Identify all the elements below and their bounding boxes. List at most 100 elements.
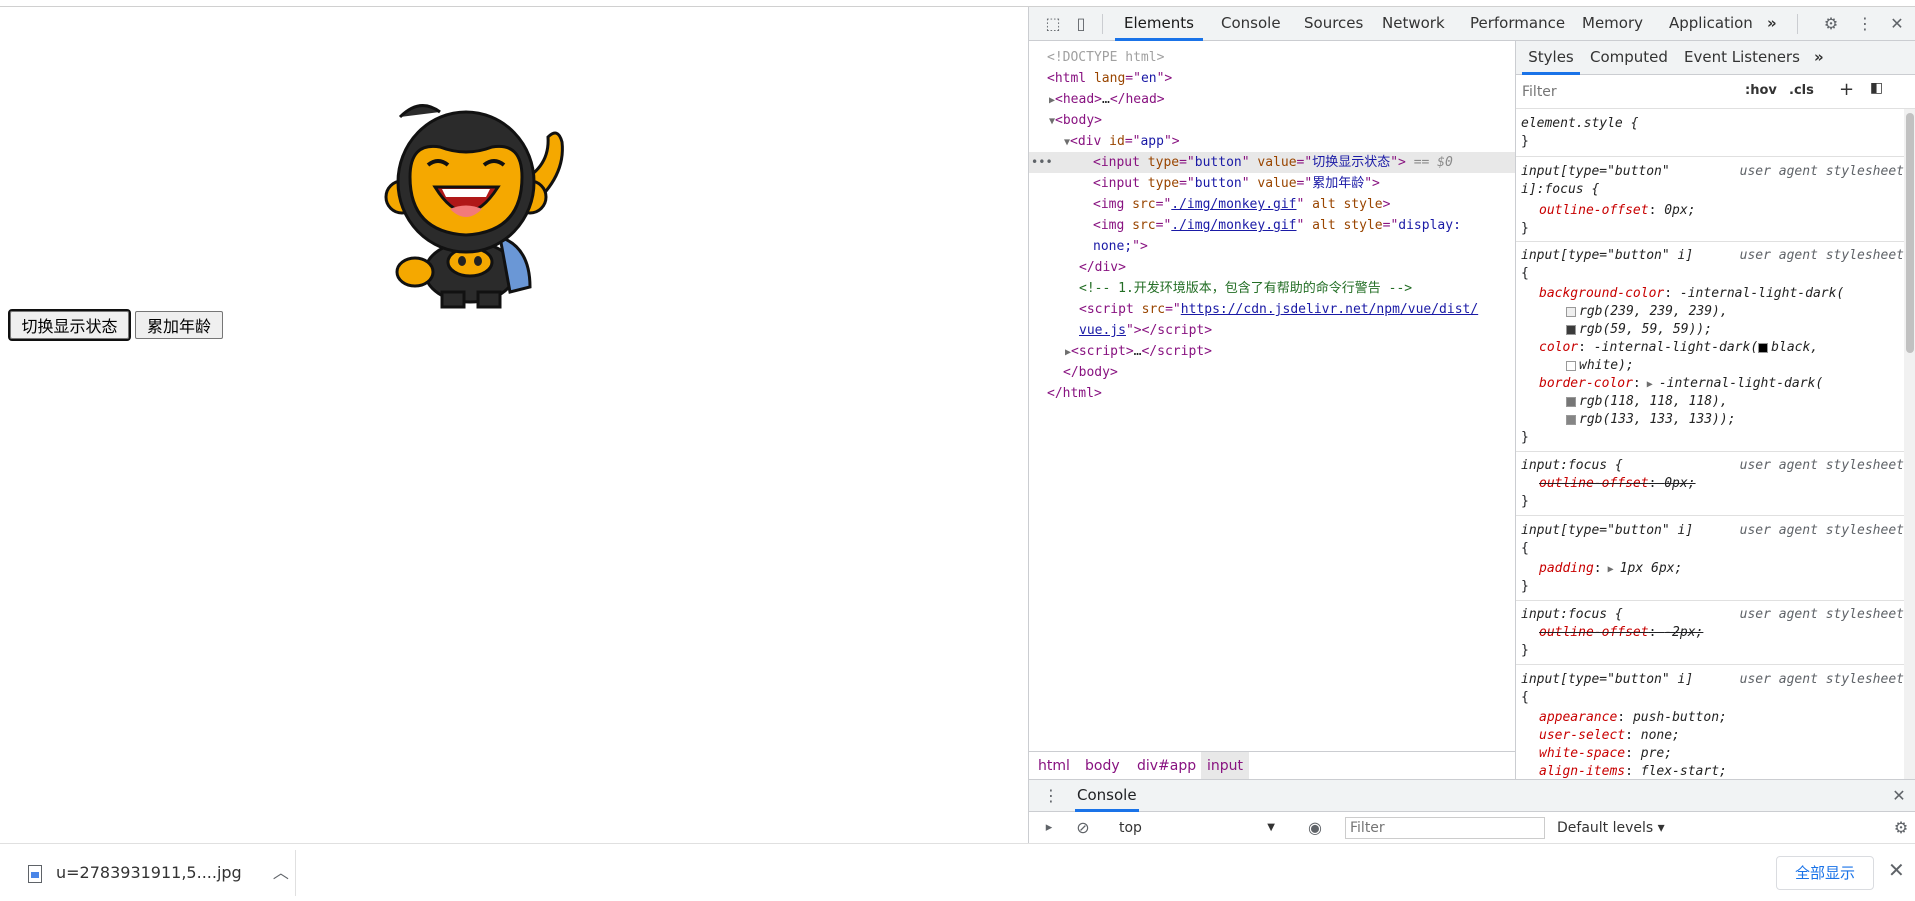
crumb-html[interactable]: html — [1038, 752, 1070, 780]
tab-console[interactable]: Console — [1221, 7, 1281, 41]
rule-value: rgb(133, 133, 133)); — [1566, 411, 1736, 429]
tab-elements[interactable]: Elements — [1115, 7, 1203, 41]
new-rule-icon[interactable]: + — [1839, 79, 1854, 100]
console-filter-input[interactable] — [1345, 817, 1545, 839]
clear-console-icon[interactable]: ⊘ — [1073, 818, 1093, 838]
tab-memory[interactable]: Memory — [1582, 7, 1643, 41]
rule-open: { — [1521, 690, 1529, 705]
rule-prop-overridden[interactable]: outline-offset: -2px; — [1539, 624, 1703, 642]
page-viewport: 切换显示状态 累加年龄 — [0, 7, 1028, 843]
live-expression-eye-icon[interactable]: ◉ — [1305, 818, 1325, 838]
dom-body[interactable]: ▼<body> — [1029, 110, 1515, 131]
log-levels-select[interactable]: Default levels ▾ — [1557, 817, 1665, 839]
color-swatch[interactable] — [1758, 342, 1769, 353]
styles-filter-input[interactable] — [1522, 81, 1732, 103]
rule-sel[interactable]: input:focus { — [1521, 457, 1623, 475]
rule-prop[interactable]: border-color: ▶ -internal-light-dark( — [1539, 375, 1823, 394]
rule-prop[interactable]: align-items: flex-start; — [1539, 763, 1727, 779]
chevron-up-icon[interactable]: ︿ — [273, 863, 289, 882]
dom-input-age[interactable]: <input type="button" value="累加年龄"> — [1029, 173, 1515, 194]
rule-sel[interactable]: input[type="button" i] — [1521, 247, 1693, 265]
inspect-element-icon[interactable]: ⬚ — [1043, 14, 1063, 34]
device-toolbar-icon[interactable]: ▯ — [1071, 14, 1091, 34]
close-devtools-icon[interactable]: ✕ — [1887, 14, 1907, 34]
rule-sel[interactable]: input[type="button" i] — [1521, 671, 1693, 689]
dom-img-2[interactable]: <img src="./img/monkey.gif" alt style="d… — [1029, 215, 1515, 236]
settings-gear-icon[interactable]: ⚙ — [1821, 14, 1841, 34]
close-download-bar-icon[interactable]: ✕ — [1888, 858, 1905, 882]
rule-sel[interactable]: input:focus { — [1521, 606, 1623, 624]
more-actions-icon[interactable]: ••• — [1031, 152, 1053, 173]
rule-element-style[interactable]: element.style { — [1521, 115, 1638, 133]
dom-head[interactable]: ▶<head>…</head> — [1029, 89, 1515, 110]
color-swatch[interactable] — [1566, 324, 1576, 335]
styles-scrollbar[interactable] — [1904, 109, 1915, 779]
rule-source: user agent stylesheet — [1739, 164, 1904, 179]
rule-sel[interactable]: input[type="button" — [1521, 163, 1670, 181]
add-age-button[interactable]: 累加年龄 — [135, 311, 223, 339]
styles-tabbar: Styles Computed Event Listeners » — [1516, 41, 1915, 75]
download-item[interactable]: u=2783931911,5....jpg ︿ — [28, 858, 289, 888]
color-swatch[interactable] — [1566, 396, 1576, 407]
rule-prop-overridden[interactable]: outline-offset: 0px; — [1539, 475, 1696, 493]
color-swatch[interactable] — [1566, 360, 1576, 371]
rule-prop[interactable]: color: -internal-light-dark(black, — [1539, 339, 1818, 357]
dom-html-close[interactable]: </html> — [1029, 383, 1515, 404]
sidebar-toggle-icon[interactable]: ▸ — [1039, 818, 1059, 838]
dom-input-selected[interactable]: ••• <input type="button" value="切换显示状态">… — [1029, 152, 1515, 173]
rule-value: rgb(118, 118, 118), — [1566, 393, 1728, 411]
rule-sel[interactable]: input[type="button" i] — [1521, 522, 1693, 540]
styles-filterbar: :hov .cls + ◧ — [1516, 75, 1915, 109]
rule-prop[interactable]: white-space: pre; — [1539, 745, 1672, 763]
tab-network[interactable]: Network — [1382, 7, 1445, 41]
color-swatch[interactable] — [1566, 414, 1576, 425]
download-bar: u=2783931911,5....jpg ︿ 全部显示 ✕ — [0, 843, 1915, 901]
toggle-sidebar-icon[interactable]: ◧ — [1870, 80, 1883, 96]
devtools-panel: ⬚ ▯ Elements Console Sources Network Per… — [1028, 7, 1915, 843]
rule-prop[interactable]: background-color: -internal-light-dark( — [1539, 285, 1844, 303]
dom-script-vue[interactable]: <script src="https://cdn.jsdelivr.net/np… — [1029, 299, 1515, 320]
more-options-icon[interactable]: ⋮ — [1855, 14, 1875, 34]
rule-source: user agent stylesheet — [1739, 672, 1904, 687]
scrollbar-thumb[interactable] — [1906, 113, 1914, 353]
tab-application[interactable]: Application — [1669, 7, 1753, 41]
color-swatch[interactable] — [1566, 306, 1576, 317]
tab-computed[interactable]: Computed — [1590, 41, 1668, 75]
more-tabs-icon[interactable]: » — [1814, 41, 1824, 75]
dom-img-1[interactable]: <img src="./img/monkey.gif" alt style> — [1029, 194, 1515, 215]
tab-performance[interactable]: Performance — [1470, 7, 1565, 41]
dom-div-app[interactable]: ▼<div id="app"> — [1029, 131, 1515, 152]
dom-body-close[interactable]: </body> — [1029, 362, 1515, 383]
rule-prop[interactable]: appearance: push-button; — [1539, 709, 1727, 727]
rule-prop[interactable]: outline-offset: 0px; — [1539, 202, 1696, 220]
expand-triangle-icon[interactable]: ▶ — [1641, 379, 1659, 390]
show-all-button[interactable]: 全部显示 — [1776, 856, 1874, 890]
rule-prop[interactable]: user-select: none; — [1539, 727, 1680, 745]
dom-div-close[interactable]: </div> — [1029, 257, 1515, 278]
styles-pane: Styles Computed Event Listeners » :hov .… — [1515, 41, 1915, 779]
rule-source: user agent stylesheet — [1739, 248, 1904, 263]
hov-button[interactable]: :hov — [1745, 83, 1777, 98]
console-settings-gear-icon[interactable]: ⚙ — [1891, 818, 1911, 838]
drawer-menu-icon[interactable]: ⋮ — [1041, 786, 1061, 806]
tab-event-listeners[interactable]: Event Listeners — [1684, 41, 1800, 75]
crumb-input[interactable]: input — [1201, 752, 1250, 780]
toggle-display-button[interactable]: 切换显示状态 — [8, 309, 131, 341]
drawer-tab-console[interactable]: Console — [1075, 780, 1139, 812]
rule-prop[interactable]: padding: ▶ 1px 6px; — [1539, 560, 1682, 579]
cls-button[interactable]: .cls — [1789, 83, 1814, 98]
rule-close: } — [1521, 134, 1529, 149]
dom-comment[interactable]: <!-- 1.开发环境版本，包含了有帮助的命令行警告 --> — [1029, 278, 1515, 299]
dom-doctype[interactable]: <!DOCTYPE html> — [1029, 47, 1515, 68]
crumb-body[interactable]: body — [1085, 752, 1120, 780]
tab-styles[interactable]: Styles — [1522, 41, 1580, 75]
tab-sources[interactable]: Sources — [1304, 7, 1363, 41]
crumb-div-app[interactable]: div#app — [1137, 752, 1196, 780]
more-tabs-icon[interactable]: » — [1767, 7, 1777, 41]
dom-html[interactable]: <html lang="en"> — [1029, 68, 1515, 89]
expand-triangle-icon[interactable]: ▶ — [1602, 564, 1620, 575]
elements-tree: <!DOCTYPE html> <html lang="en"> ▶<head>… — [1029, 41, 1515, 751]
close-drawer-icon[interactable]: ✕ — [1889, 786, 1909, 806]
context-select[interactable]: top ▼ — [1119, 817, 1289, 839]
dom-script-inline[interactable]: ▶<script>…</script> — [1029, 341, 1515, 362]
